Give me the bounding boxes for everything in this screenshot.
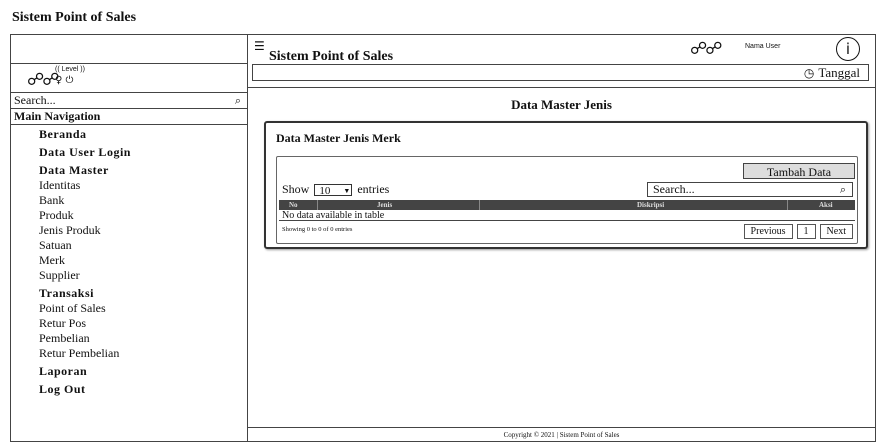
main-content: ☰ Sistem Point of Sales ☍☍ Nama User i ◷… xyxy=(248,35,875,441)
app-frame: ☍☍ (( Level )) ♀ ⏻ Search... ⌕ Main Navi… xyxy=(10,34,876,442)
sidebar-item-point-of-sales[interactable]: Point of Sales xyxy=(39,301,239,316)
table-search-input[interactable]: Search... ⌕ xyxy=(647,182,853,197)
info-icon[interactable]: i xyxy=(836,37,860,61)
column-header-jenis[interactable]: Jenis xyxy=(377,200,392,210)
menu-icon[interactable]: ☰ xyxy=(254,39,265,53)
user-panel: ☍☍ (( Level )) ♀ ⏻ xyxy=(11,63,247,93)
sidebar-item-pembelian[interactable]: Pembelian xyxy=(39,331,239,346)
add-data-button[interactable]: Tambah Data xyxy=(743,163,855,179)
empty-table-message: No data available in table xyxy=(279,210,855,221)
entries-value: 10 xyxy=(319,185,331,198)
users-icon: ☍☍ xyxy=(690,39,722,59)
card-title: Data Master Jenis Merk xyxy=(276,131,401,145)
sidebar-item-retur-pos[interactable]: Retur Pos xyxy=(39,316,239,331)
user-actions: ♀ ⏻ xyxy=(55,75,73,86)
sidebar-search-placeholder: Search... xyxy=(14,93,56,107)
footer: Copyright © 2021 | Sistem Point of Sales xyxy=(248,427,875,442)
app-title: Sistem Point of Sales xyxy=(12,10,137,25)
user-name[interactable]: Nama User xyxy=(745,43,780,50)
search-icon[interactable]: ⌕ xyxy=(235,93,241,108)
column-divider xyxy=(787,200,788,210)
column-header-no[interactable]: No xyxy=(289,200,298,210)
sidebar-item-satuan[interactable]: Satuan xyxy=(39,238,239,253)
sidebar-item-bank[interactable]: Bank xyxy=(39,193,239,208)
page-1-button[interactable]: 1 xyxy=(796,224,816,239)
previous-page-button[interactable]: Previous xyxy=(743,224,793,239)
date-bar: ◷ Tanggal xyxy=(252,64,869,81)
sidebar-item-transaksi[interactable]: Transaksi xyxy=(39,286,239,301)
sidebar-item-laporan[interactable]: Laporan xyxy=(39,364,239,379)
sidebar-item-beranda[interactable]: Beranda xyxy=(39,127,239,142)
sidebar-search-input[interactable]: Search... ⌕ xyxy=(11,93,247,109)
next-page-button[interactable]: Next xyxy=(819,224,853,239)
page-title: Data Master Jenis xyxy=(511,97,612,112)
user-icon[interactable]: ♀ xyxy=(55,75,62,86)
header-title: Sistem Point of Sales xyxy=(269,49,394,64)
sidebar-item-identitas[interactable]: Identitas xyxy=(39,178,239,193)
data-table-wrapper: Tambah Data Show 10 ▼ entries Search... ⌕… xyxy=(276,156,858,244)
sidebar-item-retur-pembelian[interactable]: Retur Pembelian xyxy=(39,346,239,361)
users-icon: ☍☍ xyxy=(27,70,59,90)
sidebar-item-supplier[interactable]: Supplier xyxy=(39,268,239,283)
sidebar-item-jenis-produk[interactable]: Jenis Produk xyxy=(39,223,239,238)
date-label: Tanggal xyxy=(818,65,860,80)
entries-select[interactable]: 10 ▼ xyxy=(314,184,353,198)
data-card: Data Master Jenis Merk Tambah Data Show … xyxy=(264,121,868,249)
sidebar-item-data-user-login[interactable]: Data User Login xyxy=(39,145,239,160)
main-navigation-header: Main Navigation xyxy=(11,109,247,125)
sidebar-item-produk[interactable]: Produk xyxy=(39,208,239,223)
user-level: (( Level )) xyxy=(55,66,85,73)
power-icon[interactable]: ⏻ xyxy=(66,75,74,86)
column-divider xyxy=(317,200,318,210)
search-icon[interactable]: ⌕ xyxy=(840,183,846,196)
entries-length-control: Show 10 ▼ entries xyxy=(282,182,389,197)
sidebar-item-log-out[interactable]: Log Out xyxy=(39,382,239,397)
table-header: No Jenis Diskripsi Aksi xyxy=(279,200,855,210)
table-info: Showing 0 to 0 of 0 entries xyxy=(282,226,353,233)
column-divider xyxy=(479,200,480,210)
sidebar-item-merk[interactable]: Merk xyxy=(39,253,239,268)
clock-icon: ◷ xyxy=(803,66,815,80)
column-header-aksi[interactable]: Aksi xyxy=(819,200,833,210)
entries-label: entries xyxy=(357,182,390,196)
pagination: Previous 1 Next xyxy=(743,224,853,239)
show-label: Show xyxy=(282,182,310,196)
sidebar-menu: Beranda Data User Login Data Master Identit… xyxy=(39,127,239,397)
sidebar-item-data-master[interactable]: Data Master xyxy=(39,163,239,178)
caret-down-icon: ▼ xyxy=(343,187,351,196)
sidebar: ☍☍ (( Level )) ♀ ⏻ Search... ⌕ Main Navi… xyxy=(11,35,248,441)
column-header-diskripsi[interactable]: Diskripsi xyxy=(637,200,664,210)
table-search-placeholder: Search... xyxy=(653,182,695,196)
divider xyxy=(248,87,875,88)
